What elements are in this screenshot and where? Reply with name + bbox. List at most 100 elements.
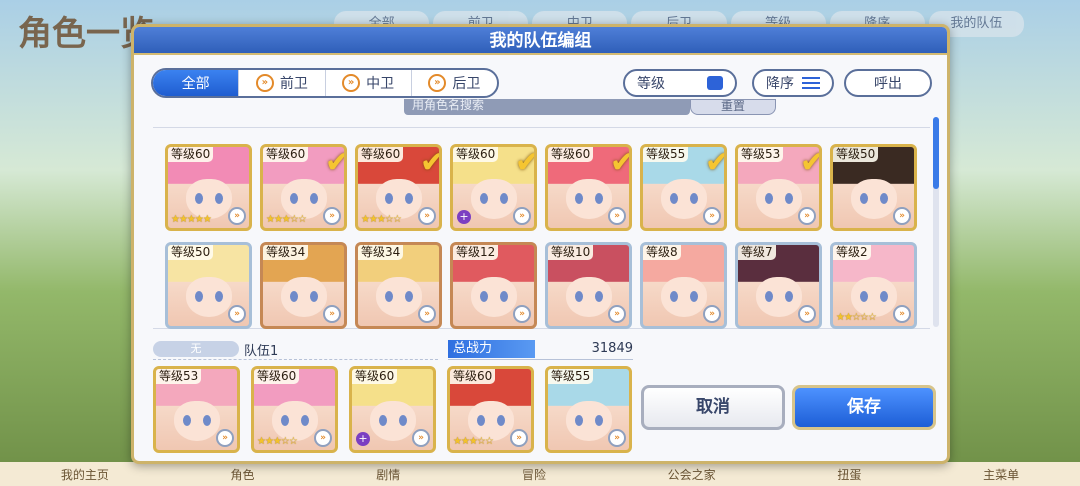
position-arrow-icon: »: [513, 305, 531, 323]
level-label: 等级2: [833, 245, 871, 260]
character-card[interactable]: 等级8 »: [640, 242, 727, 329]
level-label: 等级34: [263, 245, 309, 260]
level-label: 等级53: [156, 369, 202, 384]
checkmark-icon: ✔: [610, 147, 629, 180]
background-nav-item: 角色: [230, 467, 255, 482]
team-slot-card[interactable]: 等级55 »: [545, 366, 632, 453]
character-card[interactable]: 等级50 »: [165, 242, 252, 329]
position-arrow-icon: »: [323, 207, 341, 225]
position-arrow-icon: »: [798, 207, 816, 225]
level-label: 等级60: [168, 147, 214, 162]
position-arrow-icon: »: [608, 429, 626, 447]
filter-tab-label: 前卫: [279, 76, 308, 92]
divider: [448, 359, 633, 360]
team-slot-card[interactable]: 等级60 ★★★☆☆ »: [251, 366, 338, 453]
character-card[interactable]: 等级53 » ✔: [735, 144, 822, 231]
star-rating: ★★★☆☆: [361, 214, 402, 225]
character-card[interactable]: 等级34 »: [260, 242, 347, 329]
filter-tab[interactable]: 全部: [153, 70, 239, 96]
level-label: 等级60: [450, 369, 496, 384]
star-rating: ★★★☆☆: [453, 436, 494, 447]
position-filter: 全部 » 前卫 » 中卫 » 后卫: [151, 68, 499, 98]
position-arrow-icon: »: [418, 305, 436, 323]
chevron-right-icon: »: [342, 74, 361, 92]
character-portrait: [565, 401, 612, 441]
character-card[interactable]: 等级7 »: [735, 242, 822, 329]
character-portrait: [660, 277, 707, 317]
character-portrait: [185, 277, 232, 317]
team-slot-card[interactable]: 等级60 ★★★☆☆ »: [447, 366, 534, 453]
dialog-title: 我的队伍编组: [134, 27, 947, 55]
character-card[interactable]: 等级60 ★★★☆☆ » ✔: [260, 144, 347, 231]
character-card[interactable]: 等级60 ★★★☆☆ » ✔: [355, 144, 442, 231]
level-label: 等级7: [738, 245, 776, 260]
background-nav-item: 我的主页: [60, 467, 109, 482]
filter-tab[interactable]: » 前卫: [238, 70, 324, 96]
character-card[interactable]: 等级12 »: [450, 242, 537, 329]
character-portrait: [755, 179, 802, 219]
team-slot-card[interactable]: 等级60 + »: [349, 366, 436, 453]
character-card[interactable]: 等级55 » ✔: [640, 144, 727, 231]
position-arrow-icon: »: [798, 305, 816, 323]
character-card[interactable]: 等级60 ★★★★★ »: [165, 144, 252, 231]
roster-scrollbar[interactable]: [933, 117, 939, 327]
position-arrow-icon: »: [703, 305, 721, 323]
total-power-value: 31849: [591, 341, 633, 356]
sort-icon: [802, 77, 820, 89]
character-portrait: [470, 277, 517, 317]
character-portrait: [375, 277, 422, 317]
call-label: 呼出: [874, 76, 902, 92]
background-nav-item: 剧情: [376, 467, 401, 482]
filter-tab-label: 全部: [181, 76, 210, 92]
level-label: 等级12: [453, 245, 499, 260]
level-sort-button[interactable]: 等级: [623, 69, 737, 97]
character-card[interactable]: 等级50 »: [830, 144, 917, 231]
level-label: 等级60: [254, 369, 300, 384]
level-label: 等级34: [358, 245, 404, 260]
character-card[interactable]: 等级34 »: [355, 242, 442, 329]
character-portrait: [660, 179, 707, 219]
level-label: 等级10: [548, 245, 594, 260]
level-label: 等级50: [168, 245, 214, 260]
divider: [153, 359, 438, 360]
position-arrow-icon: »: [314, 429, 332, 447]
character-portrait: [755, 277, 802, 317]
position-arrow-icon: »: [216, 429, 234, 447]
position-arrow-icon: »: [893, 207, 911, 225]
character-portrait: [470, 179, 517, 219]
level-label: 等级60: [453, 147, 499, 162]
character-card[interactable]: 等级10 »: [545, 242, 632, 329]
team-edit-dialog: 我的队伍编组 全部 » 前卫 » 中卫 » 后卫 等级 降序 呼出 用角色名搜索 重置 等级…: [131, 24, 950, 464]
level-icon: [707, 76, 723, 90]
character-card[interactable]: 等级60 » ✔: [545, 144, 632, 231]
character-portrait: [271, 401, 318, 441]
search-input[interactable]: 用角色名搜索: [404, 99, 690, 115]
reset-button[interactable]: 重置: [690, 99, 776, 115]
rank-plus-icon: +: [457, 210, 471, 224]
character-card[interactable]: 等级2 ★★☆☆☆ »: [830, 242, 917, 329]
call-button[interactable]: 呼出: [844, 69, 932, 97]
star-rating: ★★★☆☆: [257, 436, 298, 447]
descending-sort-button[interactable]: 降序: [752, 69, 834, 97]
position-arrow-icon: »: [323, 305, 341, 323]
level-sort-label: 等级: [637, 76, 665, 92]
level-label: 等级60: [548, 147, 594, 162]
star-rating: ★★☆☆☆: [836, 312, 877, 323]
character-portrait: [369, 401, 416, 441]
position-arrow-icon: »: [510, 429, 528, 447]
character-portrait: [280, 277, 327, 317]
filter-tab[interactable]: » 后卫: [410, 70, 497, 96]
scrollbar-thumb[interactable]: [933, 117, 939, 189]
descending-sort-label: 降序: [766, 76, 794, 92]
position-arrow-icon: »: [418, 207, 436, 225]
team-slot-card[interactable]: 等级53 »: [153, 366, 240, 453]
character-portrait: [173, 401, 220, 441]
filter-tab[interactable]: » 中卫: [324, 70, 411, 96]
character-portrait: [850, 179, 897, 219]
filter-tab-label: 中卫: [366, 76, 395, 92]
character-card[interactable]: 等级60 + » ✔: [450, 144, 537, 231]
character-portrait: [565, 277, 612, 317]
position-arrow-icon: »: [703, 207, 721, 225]
save-button[interactable]: 保存: [792, 385, 936, 430]
cancel-button[interactable]: 取消: [641, 385, 785, 430]
